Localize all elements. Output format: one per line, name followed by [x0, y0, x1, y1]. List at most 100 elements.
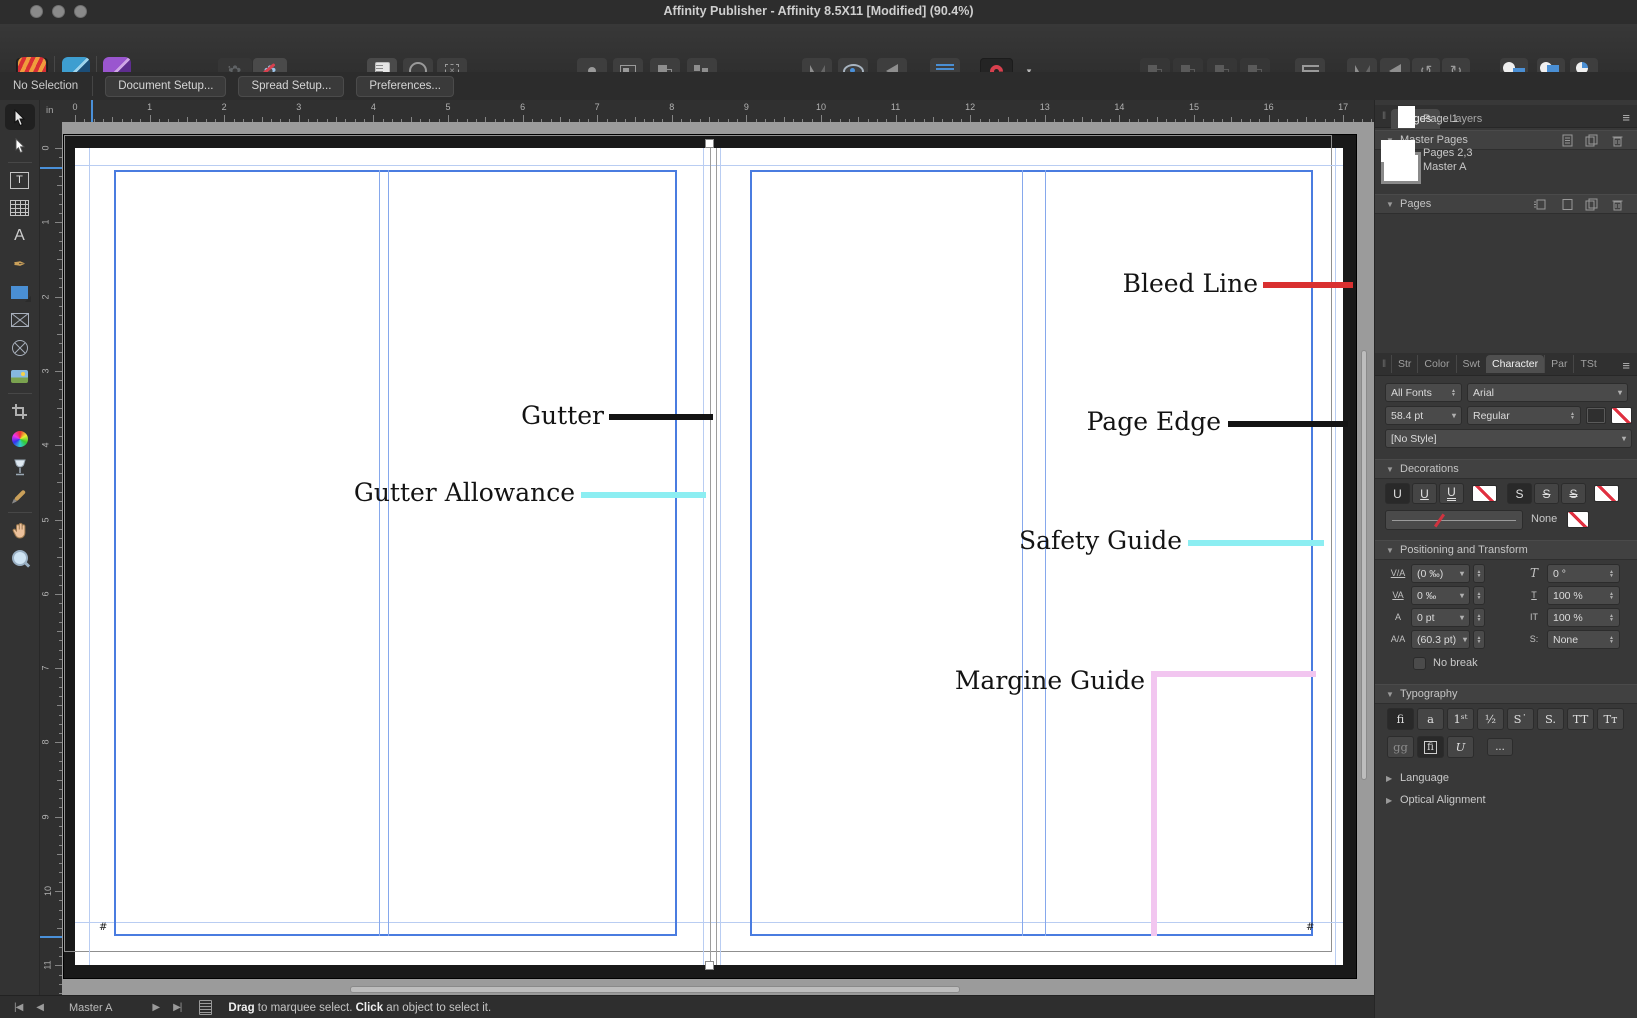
strikethrough-button[interactable]: S	[1534, 483, 1559, 504]
font-collection-select[interactable]: All Fonts ▲ ▼	[1385, 383, 1462, 402]
typography-header[interactable]: ▼ Typography	[1375, 684, 1637, 704]
color-picker-tool[interactable]	[0, 481, 40, 509]
pen-tool[interactable]: ✒	[0, 250, 40, 278]
ruler-marker-bottom	[40, 936, 62, 938]
horizontal-scrollbar[interactable]	[350, 986, 960, 993]
studio-tab[interactable]: Par	[1544, 355, 1573, 373]
strikethrough-color-none-swatch[interactable]	[1594, 485, 1619, 502]
transparency-tool[interactable]	[0, 453, 40, 481]
frame-text-tool[interactable]: T	[0, 166, 40, 194]
optical-alignment-section[interactable]: ▶ Optical Alignment	[1375, 790, 1637, 810]
spread-handle-bottom[interactable]	[705, 961, 714, 970]
kerning-field[interactable]: (0 ‰) ▾	[1411, 564, 1470, 583]
document-setup-button[interactable]: Document Setup...	[105, 75, 227, 97]
spread-setup-button[interactable]: Spread Setup...	[238, 75, 345, 97]
decorations-header[interactable]: ▼ Decorations	[1375, 459, 1637, 479]
add-page-icon[interactable]	[1561, 198, 1574, 211]
panel-grip-icon[interactable]: ‖	[1382, 359, 1386, 370]
horizontal-ruler[interactable]: in 0 1 2 3 4 5 6 7 8 9 10 11 12 13 14 15 16 17	[40, 100, 1374, 123]
shear-field[interactable]: 0 ° ▲ ▼	[1547, 564, 1620, 583]
underline-off-button[interactable]: U	[1385, 483, 1410, 504]
underline-color-none-swatch[interactable]	[1472, 485, 1497, 502]
vertical-scale-field[interactable]: 100 % ▲ ▼	[1547, 586, 1620, 605]
previous-page-button[interactable]: ◀	[36, 1002, 44, 1013]
no-break-checkbox[interactable]	[1413, 657, 1426, 670]
next-page-button[interactable]: ▶	[152, 1002, 160, 1013]
place-image-tool[interactable]	[0, 362, 40, 390]
kerning-stepper[interactable]: ▲ ▼	[1473, 564, 1485, 583]
view-tool[interactable]	[0, 516, 40, 544]
vector-crop-tool[interactable]	[0, 397, 40, 425]
zoom-tool[interactable]	[0, 544, 40, 572]
move-tool[interactable]	[0, 103, 40, 131]
current-page-label[interactable]: Master A	[69, 1002, 112, 1014]
typography-feature-button[interactable]: fi	[1387, 708, 1414, 730]
strikethrough-off-button[interactable]: S	[1507, 483, 1532, 504]
typography-feature-button[interactable]: a	[1417, 708, 1444, 730]
studio-tab[interactable]: Color	[1417, 355, 1455, 373]
selection-status: No Selection	[13, 80, 79, 92]
panel-menu-icon[interactable]: ≡	[1622, 358, 1630, 373]
positioning-header[interactable]: ▼ Positioning and Transform	[1375, 540, 1637, 560]
underline-button[interactable]: U	[1412, 483, 1437, 504]
first-page-button[interactable]: |◀	[14, 1002, 23, 1013]
picture-frame-ellipse-tool[interactable]	[0, 334, 40, 362]
vertical-ruler[interactable]: 0 1 2 3 4 5 6 7 8 9 10 11	[40, 122, 63, 995]
table-tool[interactable]	[0, 194, 40, 222]
leading-stepper[interactable]: ▲ ▼	[1473, 630, 1485, 649]
tracking-field[interactable]: 0 ‰ ▾	[1411, 586, 1470, 605]
more-typography-button[interactable]: ...	[1487, 738, 1513, 756]
font-size-select[interactable]: 58.4 pt ▾	[1385, 406, 1462, 425]
canvas[interactable]: # # Bleed Line Gutter Page Edge Gutter A…	[62, 122, 1374, 995]
typography-feature-button[interactable]: S.	[1537, 708, 1564, 730]
duplicate-page-icon[interactable]	[1585, 198, 1598, 211]
trash-icon[interactable]	[1611, 198, 1624, 211]
picture-frame-rectangle-tool[interactable]	[0, 306, 40, 334]
studio-tab[interactable]: Str	[1391, 355, 1417, 373]
typography-feature-button[interactable]: 1ˢᵗ	[1447, 708, 1474, 730]
artistic-text-tool[interactable]: A	[0, 222, 40, 250]
vertical-scrollbar[interactable]	[1361, 350, 1367, 780]
vertical-scale-icon: T	[1531, 590, 1537, 600]
node-tool[interactable]	[0, 131, 40, 159]
preferences-button[interactable]: Preferences...	[356, 75, 454, 97]
last-page-button[interactable]: ▶|	[173, 1002, 182, 1013]
rectangle-tool[interactable]	[0, 278, 40, 306]
page-thumbnail[interactable]	[1381, 140, 1415, 162]
insert-pages-icon[interactable]	[1533, 198, 1546, 211]
typography-feature-button[interactable]: TT	[1567, 708, 1594, 730]
decoration-stroke-preview[interactable]	[1385, 510, 1523, 530]
leading-override-field[interactable]: (60.3 pt) ▾	[1411, 630, 1470, 649]
spread-handle-top[interactable]	[705, 139, 714, 148]
font-style-select[interactable]: Regular ▲ ▼	[1467, 406, 1581, 425]
page-list-item[interactable]: Page 1	[1375, 104, 1637, 134]
color-selector[interactable]	[0, 425, 40, 453]
page-list-icon[interactable]	[199, 1000, 213, 1015]
page-thumbnail[interactable]	[1398, 106, 1415, 128]
horizontal-scale-field[interactable]: 100 % ▲ ▼	[1547, 608, 1620, 627]
studio-tab[interactable]: TSt	[1573, 355, 1602, 373]
language-section[interactable]: ▶ Language	[1375, 768, 1637, 788]
double-underline-button[interactable]: U	[1439, 483, 1464, 504]
typography-feature-button[interactable]: ½	[1477, 708, 1504, 730]
studio-tab[interactable]: Character	[1486, 355, 1545, 373]
alternate-glyphs-button[interactable]: gg	[1387, 736, 1414, 758]
pages-header[interactable]: ▼ Pages	[1375, 194, 1637, 214]
font-family-select[interactable]: Arial ▾	[1467, 383, 1628, 402]
typography-feature-button[interactable]: Tᴛ	[1597, 708, 1624, 730]
text-style-select[interactable]: [No Style] ▾	[1385, 429, 1632, 448]
text-stroke-none-swatch[interactable]	[1611, 407, 1632, 424]
studio-tab[interactable]: Swt	[1455, 355, 1487, 373]
ruler-number: 9	[743, 102, 749, 112]
baseline-stepper[interactable]: ▲ ▼	[1473, 608, 1485, 627]
text-color-swatch[interactable]	[1586, 407, 1606, 424]
script-field[interactable]: None ▲ ▼	[1547, 630, 1620, 649]
page-list-item[interactable]: Pages 2,3	[1375, 138, 1637, 168]
double-strikethrough-button[interactable]: S	[1561, 483, 1586, 504]
decoration-color-none-swatch[interactable]	[1567, 511, 1589, 528]
tracking-stepper[interactable]: ▲ ▼	[1473, 586, 1485, 605]
baseline-shift-field[interactable]: 0 pt ▾	[1411, 608, 1470, 627]
typography-feature-button[interactable]: S˙	[1507, 708, 1534, 730]
swash-button[interactable]: U	[1447, 736, 1474, 758]
glyph-frame-button[interactable]: fi	[1417, 736, 1444, 758]
